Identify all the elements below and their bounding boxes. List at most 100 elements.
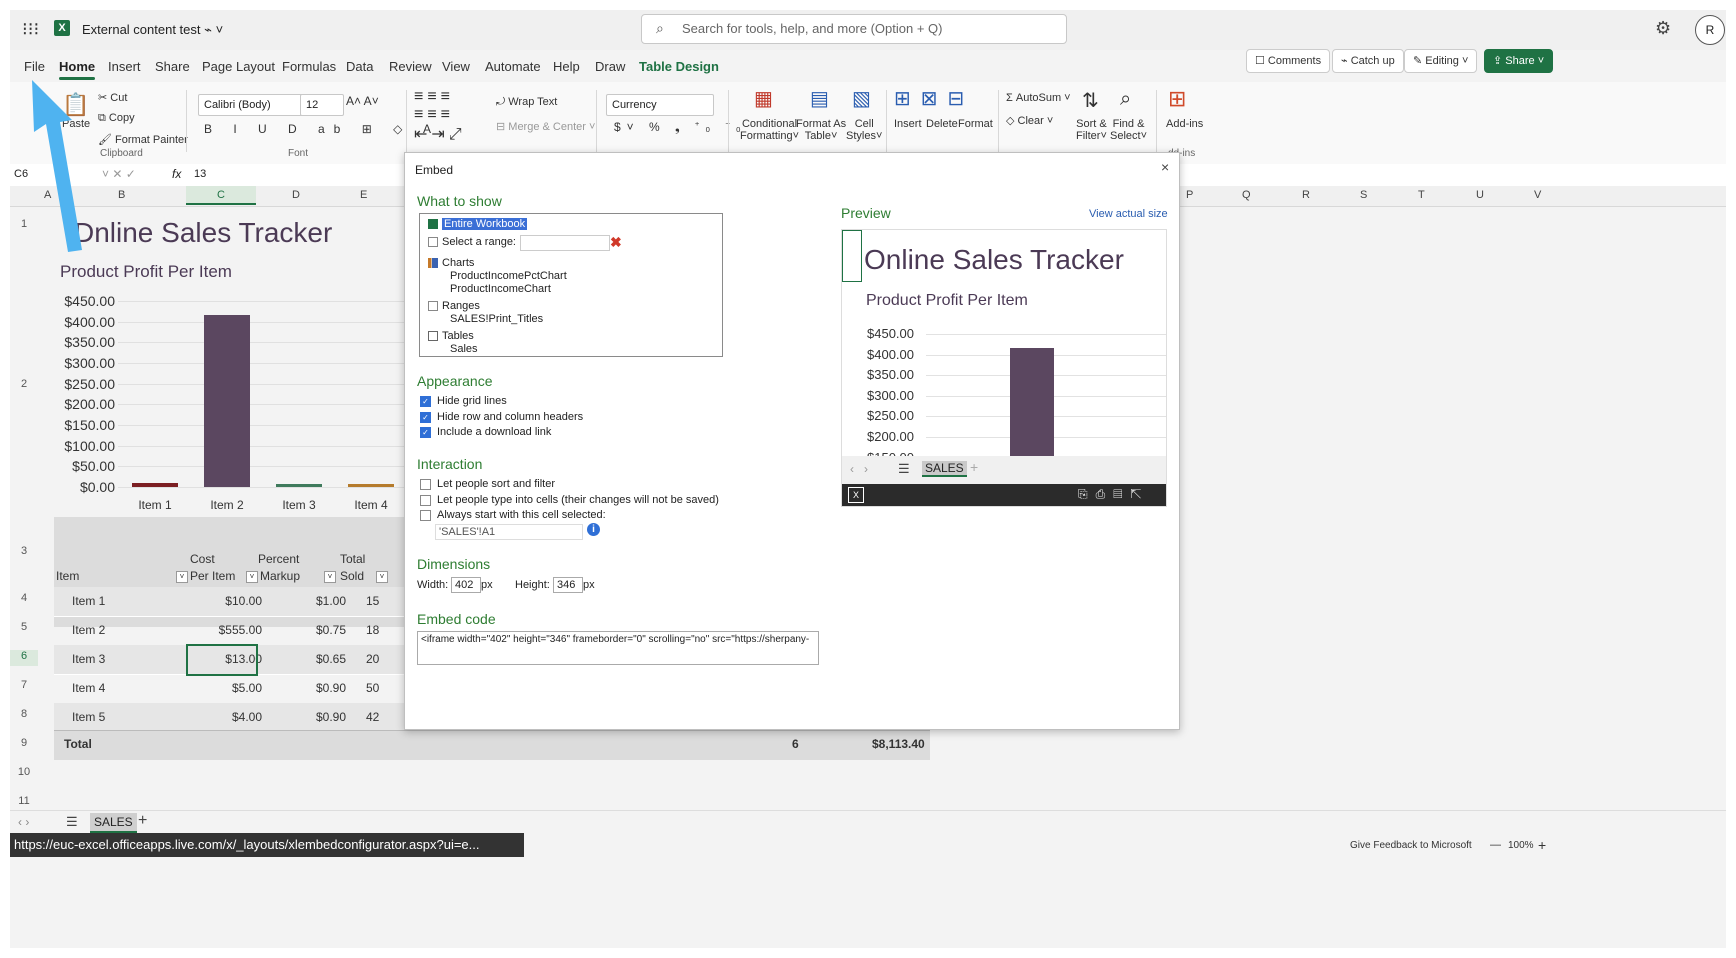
sheet-title[interactable]: Dnline Sales Tracker (74, 217, 332, 249)
app-launcher-icon[interactable]: ⁝⁝⁝ (22, 19, 42, 39)
menu-home[interactable]: Home (59, 59, 96, 80)
cost-filter-dropdown[interactable]: ˅ (246, 569, 258, 583)
font-style-buttons[interactable]: B I U D ab ⊞ ◇ A (204, 122, 440, 136)
catch-up-button[interactable]: ⌁ Catch up (1332, 49, 1404, 73)
row-header-8[interactable]: 8 (10, 708, 38, 720)
all-sheets-icon[interactable]: ☰ (66, 814, 78, 830)
row-header-7[interactable]: 7 (10, 679, 38, 691)
hide-headers-checkbox[interactable]: ✓ Hide row and column headers (420, 411, 583, 423)
hide-grid-lines-checkbox[interactable]: ✓ Hide grid lines (420, 395, 507, 407)
cell-cost-per-item[interactable]: $555.00 (186, 623, 262, 637)
row-header-9[interactable]: 9 (10, 737, 38, 749)
search-box[interactable]: ⌕ Search for tools, help, and more (Opti… (641, 14, 1067, 44)
start-cell-checkbox[interactable]: Always start with this cell selected: (420, 509, 606, 521)
menu-share[interactable]: Share (155, 59, 190, 74)
cell-total-sold[interactable]: 50 (366, 681, 379, 695)
share-button[interactable]: ⇪ Share ˅ (1484, 49, 1554, 73)
start-cell-input[interactable]: 'SALES'!A1 (435, 524, 583, 540)
cell-total-sold[interactable]: 42 (366, 710, 379, 724)
settings-gear-icon[interactable]: ⚙ (1655, 18, 1671, 39)
menu-view[interactable]: View (442, 59, 470, 74)
download-link-checkbox[interactable]: ✓ Include a download link (420, 426, 551, 438)
alignment-buttons[interactable]: ≡≡≡ ≡≡≡ ⇤⇥⤢ (414, 88, 466, 144)
tree-item-table-1[interactable]: Sales (450, 343, 478, 355)
chart-bar[interactable] (348, 484, 394, 487)
menu-review[interactable]: Review (389, 59, 432, 74)
cell-percent-markup[interactable]: $0.65 (276, 652, 346, 666)
menu-insert[interactable]: Insert (108, 59, 141, 74)
number-format-buttons[interactable]: $˅ % ❟ ⁺₀ ⁻₀ (614, 120, 747, 135)
cell-percent-markup[interactable]: $0.75 (276, 623, 346, 637)
comments-button[interactable]: ☐ Comments (1246, 49, 1331, 73)
row-header-4[interactable]: 4 (10, 592, 38, 604)
menu-draw[interactable]: Draw (595, 59, 625, 74)
avatar[interactable]: R (1695, 15, 1725, 45)
row-header-6[interactable]: 6 (10, 650, 38, 666)
tree-item-chart-1[interactable]: ProductIncomePctChart (450, 270, 567, 282)
tree-item-ranges[interactable]: Ranges (428, 300, 480, 312)
autosum-button[interactable]: Σ AutoSum ˅ (1006, 92, 1071, 104)
sort-filter-button[interactable]: Sort & Filter˅ (1076, 118, 1107, 142)
menu-help[interactable]: Help (553, 59, 580, 74)
font-size-select[interactable]: 12 (300, 94, 344, 116)
row-header-3[interactable]: 3 (10, 545, 38, 557)
row-header-5[interactable]: 5 (10, 621, 38, 633)
formula-value[interactable]: 13 (194, 168, 206, 180)
insert-cells-button[interactable]: Insert (894, 118, 922, 130)
add-sheet-icon[interactable]: + (138, 812, 147, 830)
total-value[interactable]: $8,113.40 (872, 737, 925, 751)
clear-range-icon[interactable]: ✖ (610, 234, 622, 251)
menu-automate[interactable]: Automate (485, 59, 541, 74)
format-cells-button[interactable]: Format (958, 118, 993, 130)
col-header-r[interactable]: R (1302, 189, 1310, 201)
cut-button[interactable]: ✂ Cut (98, 91, 127, 104)
markup-filter-dropdown[interactable]: ˅ (324, 569, 336, 583)
format-painter-button[interactable]: 🖌 Format Painter (98, 133, 188, 146)
sold-filter-dropdown[interactable]: ˅ (376, 569, 388, 583)
info-icon[interactable]: i (587, 523, 600, 536)
row-header-11[interactable]: 11 (10, 795, 38, 807)
cell-cost-per-item[interactable]: $4.00 (186, 710, 262, 724)
cell-total-sold[interactable]: 20 (366, 652, 379, 666)
sort-filter-checkbox[interactable]: Let people sort and filter (420, 478, 555, 490)
cell-total-sold[interactable]: 18 (366, 623, 379, 637)
col-header-b[interactable]: B (118, 189, 125, 201)
menu-data[interactable]: Data (346, 59, 373, 74)
col-header-d[interactable]: D (292, 189, 300, 201)
sheet-tab-sales[interactable]: SALES (90, 813, 137, 833)
conditional-formatting-button[interactable]: Conditional Formatting˅ (740, 118, 799, 142)
wrap-text-button[interactable]: ⤾ Wrap Text (496, 96, 557, 109)
item-filter-dropdown[interactable]: ˅ (176, 569, 188, 583)
col-header-t[interactable]: T (1418, 189, 1425, 201)
col-header-s[interactable]: S (1360, 189, 1367, 201)
cell-percent-markup[interactable]: $0.90 (276, 710, 346, 724)
document-title[interactable]: External content test ⌁ ˅ (82, 22, 223, 38)
tree-item-entire-workbook[interactable]: Entire Workbook (428, 218, 528, 230)
col-header-v[interactable]: V (1534, 189, 1541, 201)
chart-bar[interactable] (204, 315, 250, 487)
cell-styles-button[interactable]: Cell Styles˅ (846, 118, 882, 142)
col-header-c[interactable]: C (186, 186, 256, 205)
chart-bar[interactable] (276, 483, 322, 487)
font-grow-shrink[interactable]: A˄ A˅ (346, 94, 379, 108)
total-label[interactable]: Total (64, 737, 92, 751)
width-input[interactable]: 402 (451, 577, 481, 593)
cell-item[interactable]: Item 5 (72, 710, 105, 724)
delete-cells-button[interactable]: Delete (926, 118, 958, 130)
cell-item[interactable]: Item 3 (72, 652, 105, 666)
clear-button[interactable]: ◇ Clear ˅ (1006, 114, 1053, 127)
col-header-u[interactable]: U (1476, 189, 1484, 201)
tree-item-chart-2[interactable]: ProductIncomeChart (450, 283, 551, 295)
sheet-nav-arrows[interactable]: ‹ › (18, 815, 29, 829)
zoom-level[interactable]: 100% (1508, 840, 1534, 851)
tree-item-select-range[interactable]: Select a range: (428, 236, 516, 248)
number-format-select[interactable]: Currency (606, 94, 714, 116)
cell-percent-markup[interactable]: $1.00 (276, 594, 346, 608)
editing-button[interactable]: ✎ Editing ˅ (1404, 49, 1478, 73)
cell-item[interactable]: Item 4 (72, 681, 105, 695)
cell-percent-markup[interactable]: $0.90 (276, 681, 346, 695)
format-as-table-button[interactable]: Format As Table˅ (796, 118, 846, 142)
add-ins-button[interactable]: Add-ins (1166, 118, 1203, 130)
tree-item-range-1[interactable]: SALES!Print_Titles (450, 313, 543, 325)
cell-item[interactable]: Item 1 (72, 594, 105, 608)
